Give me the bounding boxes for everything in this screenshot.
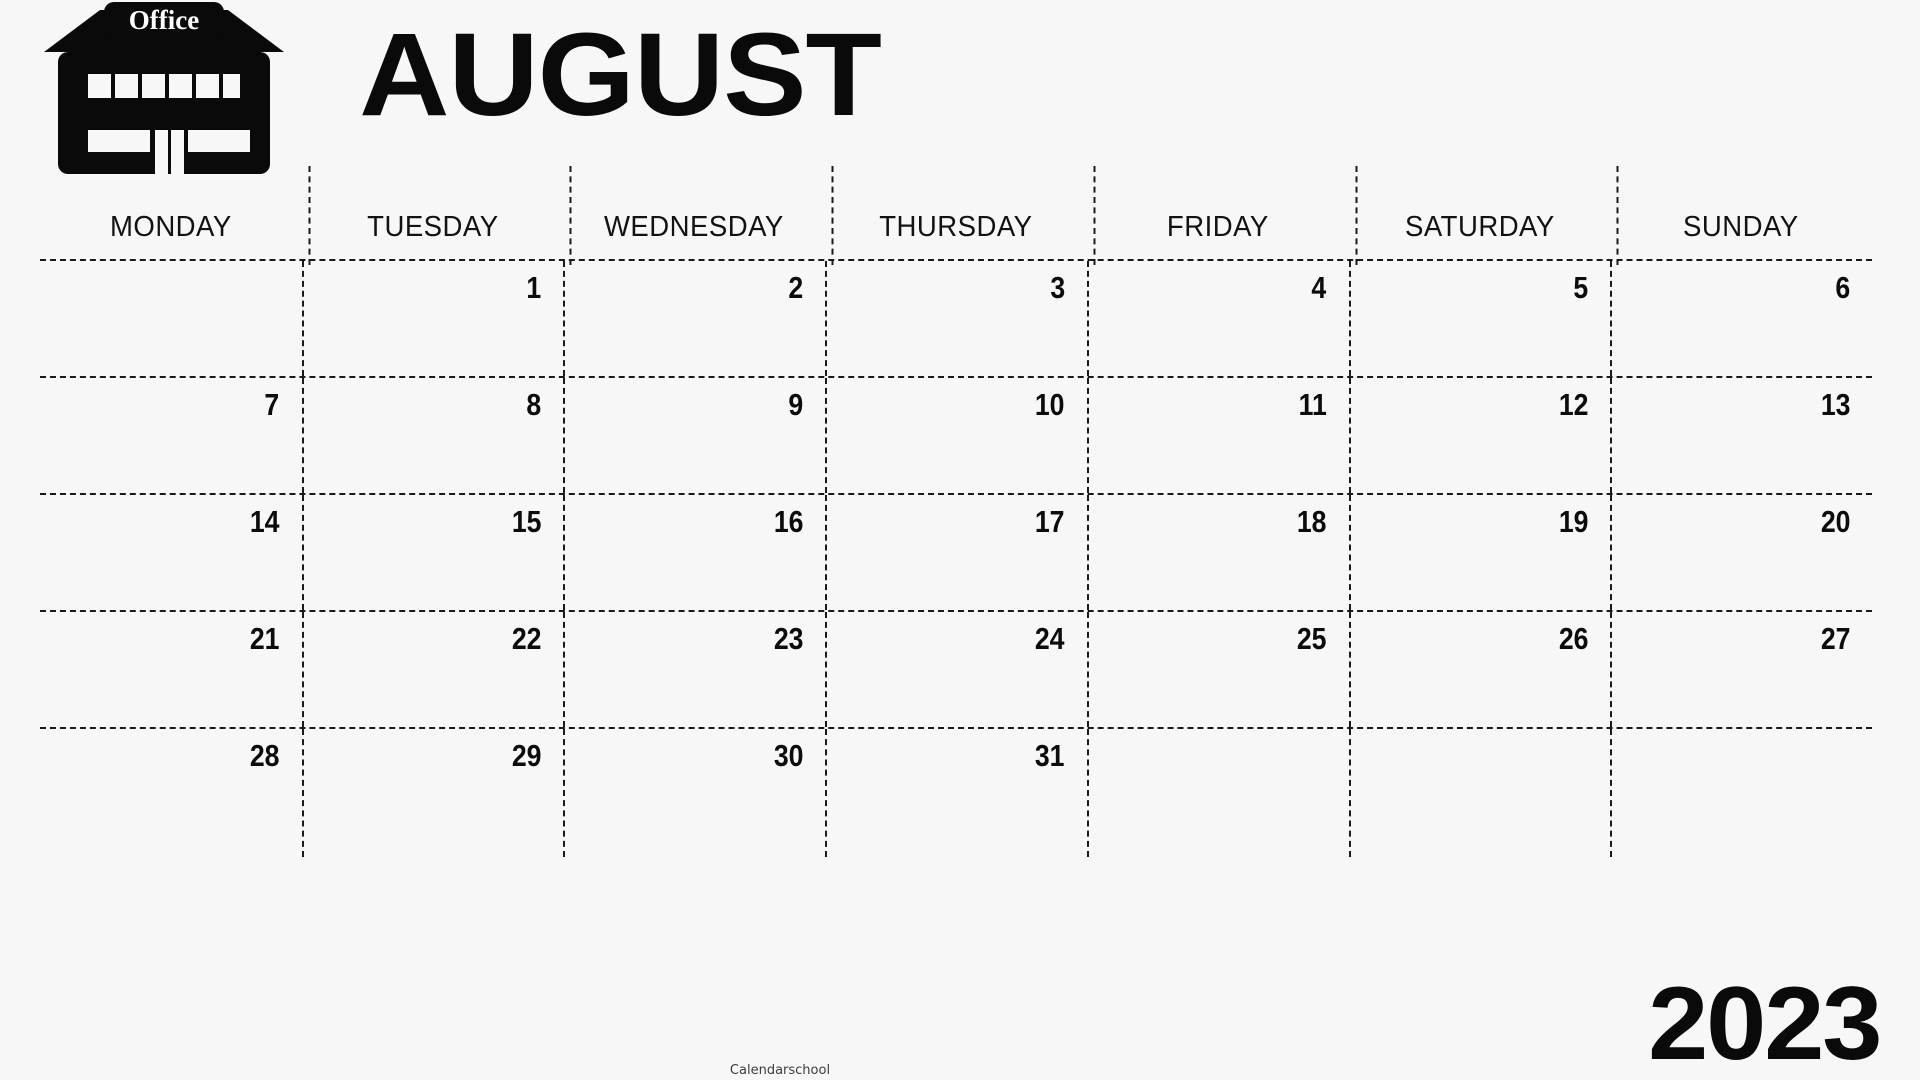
day-cell[interactable]: 14 bbox=[40, 495, 302, 610]
day-cell[interactable]: 12 bbox=[1348, 378, 1611, 493]
day-cell[interactable]: 30 bbox=[563, 729, 825, 857]
calendar-week-row: 21 22 23 24 25 26 27 bbox=[40, 610, 1872, 727]
day-number: 6 bbox=[1835, 270, 1850, 305]
day-number: 27 bbox=[1820, 621, 1850, 656]
day-number: 17 bbox=[1035, 504, 1065, 539]
day-cell[interactable] bbox=[1348, 729, 1611, 857]
day-number: 7 bbox=[264, 387, 280, 422]
weekday-label: FRIDAY bbox=[1166, 211, 1269, 243]
day-number: 3 bbox=[1050, 270, 1065, 305]
day-cell[interactable]: 9 bbox=[563, 378, 825, 493]
day-cell[interactable]: 27 bbox=[1610, 612, 1872, 727]
day-number: 10 bbox=[1035, 387, 1065, 422]
weekday-label: MONDAY bbox=[109, 211, 232, 243]
weekday-label: SATURDAY bbox=[1404, 211, 1555, 243]
day-number: 26 bbox=[1558, 621, 1589, 656]
weekday-header-row: MONDAY TUESDAY WEDNESDAY THURSDAY FRIDAY… bbox=[40, 196, 1872, 259]
weekday-header-tuesday: TUESDAY bbox=[308, 196, 557, 259]
day-number: 21 bbox=[250, 621, 280, 656]
day-cell[interactable]: 4 bbox=[1086, 261, 1349, 376]
day-number: 19 bbox=[1558, 504, 1589, 539]
day-cell[interactable]: 10 bbox=[825, 378, 1087, 493]
day-number: 20 bbox=[1820, 504, 1850, 539]
day-cell[interactable]: 6 bbox=[1610, 261, 1872, 376]
day-cell[interactable] bbox=[40, 261, 302, 376]
day-number: 14 bbox=[250, 504, 280, 539]
weekday-header-wednesday: WEDNESDAY bbox=[570, 196, 819, 259]
calendar-week-row: 14 15 16 17 18 19 20 bbox=[40, 493, 1872, 610]
year-label: 2023 bbox=[1647, 966, 1882, 1080]
day-number: 15 bbox=[511, 504, 542, 539]
calendar-weeks: 1 2 3 4 5 6 7 8 9 10 11 12 13 14 15 16 1… bbox=[40, 259, 1872, 857]
day-cell[interactable]: 31 bbox=[825, 729, 1087, 857]
day-cell[interactable]: 29 bbox=[301, 729, 564, 857]
weekday-label: TUESDAY bbox=[366, 211, 499, 243]
weekday-header-friday: FRIDAY bbox=[1093, 196, 1342, 259]
day-number: 28 bbox=[250, 738, 280, 773]
day-cell[interactable]: 20 bbox=[1610, 495, 1872, 610]
weekday-header-monday: MONDAY bbox=[47, 196, 296, 259]
calendar-week-row: 28 29 30 31 bbox=[40, 727, 1872, 857]
day-cell[interactable]: 28 bbox=[40, 729, 302, 857]
day-number: 23 bbox=[773, 621, 804, 656]
weekday-header-thursday: THURSDAY bbox=[832, 196, 1081, 259]
day-cell[interactable]: 17 bbox=[825, 495, 1087, 610]
weekday-label: WEDNESDAY bbox=[604, 211, 785, 243]
page-title: AUGUST bbox=[359, 9, 882, 141]
day-number: 16 bbox=[773, 504, 804, 539]
day-cell[interactable]: 13 bbox=[1610, 378, 1872, 493]
day-cell[interactable]: 15 bbox=[301, 495, 564, 610]
day-cell[interactable]: 3 bbox=[825, 261, 1087, 376]
day-cell[interactable]: 8 bbox=[301, 378, 564, 493]
footer-watermark: Calendarschool bbox=[729, 1063, 831, 1078]
day-number: 25 bbox=[1296, 621, 1327, 656]
day-number: 2 bbox=[788, 270, 804, 305]
day-cell[interactable] bbox=[1610, 729, 1872, 857]
day-cell[interactable]: 26 bbox=[1348, 612, 1611, 727]
weekday-header-sunday: SUNDAY bbox=[1617, 196, 1866, 259]
day-number: 22 bbox=[511, 621, 542, 656]
day-cell[interactable]: 16 bbox=[563, 495, 825, 610]
day-cell[interactable]: 22 bbox=[301, 612, 564, 727]
day-cell[interactable]: 23 bbox=[563, 612, 825, 727]
day-number: 8 bbox=[526, 387, 542, 422]
calendar-page: Office AUGUST MONDAY TUESDAY WEDNESDAY T… bbox=[0, 0, 1920, 1080]
day-cell[interactable]: 2 bbox=[563, 261, 825, 376]
day-cell[interactable]: 19 bbox=[1348, 495, 1611, 610]
day-cell[interactable]: 24 bbox=[825, 612, 1087, 727]
day-cell[interactable]: 7 bbox=[40, 378, 302, 493]
day-number: 13 bbox=[1820, 387, 1850, 422]
day-number: 24 bbox=[1035, 621, 1065, 656]
weekday-header-saturday: SATURDAY bbox=[1355, 196, 1604, 259]
day-number: 29 bbox=[511, 738, 542, 773]
calendar-grid: MONDAY TUESDAY WEDNESDAY THURSDAY FRIDAY… bbox=[40, 196, 1872, 1036]
day-number: 9 bbox=[788, 387, 804, 422]
day-number: 4 bbox=[1311, 270, 1327, 305]
day-cell[interactable]: 1 bbox=[301, 261, 564, 376]
day-number: 30 bbox=[773, 738, 804, 773]
day-number: 5 bbox=[1573, 270, 1589, 305]
day-cell[interactable] bbox=[1086, 729, 1349, 857]
day-number: 31 bbox=[1035, 738, 1065, 773]
calendar-week-row: 7 8 9 10 11 12 13 bbox=[40, 376, 1872, 493]
day-number: 1 bbox=[526, 270, 542, 305]
weekday-label: SUNDAY bbox=[1683, 211, 1799, 243]
weekday-label: THURSDAY bbox=[879, 211, 1033, 243]
day-cell[interactable]: 25 bbox=[1086, 612, 1349, 727]
day-number: 11 bbox=[1298, 387, 1327, 422]
day-cell[interactable]: 11 bbox=[1086, 378, 1349, 493]
day-number: 12 bbox=[1558, 387, 1589, 422]
calendar-week-row: 1 2 3 4 5 6 bbox=[40, 259, 1872, 376]
day-cell[interactable]: 21 bbox=[40, 612, 302, 727]
day-cell[interactable]: 18 bbox=[1086, 495, 1349, 610]
day-cell[interactable]: 5 bbox=[1348, 261, 1611, 376]
day-number: 18 bbox=[1296, 504, 1327, 539]
